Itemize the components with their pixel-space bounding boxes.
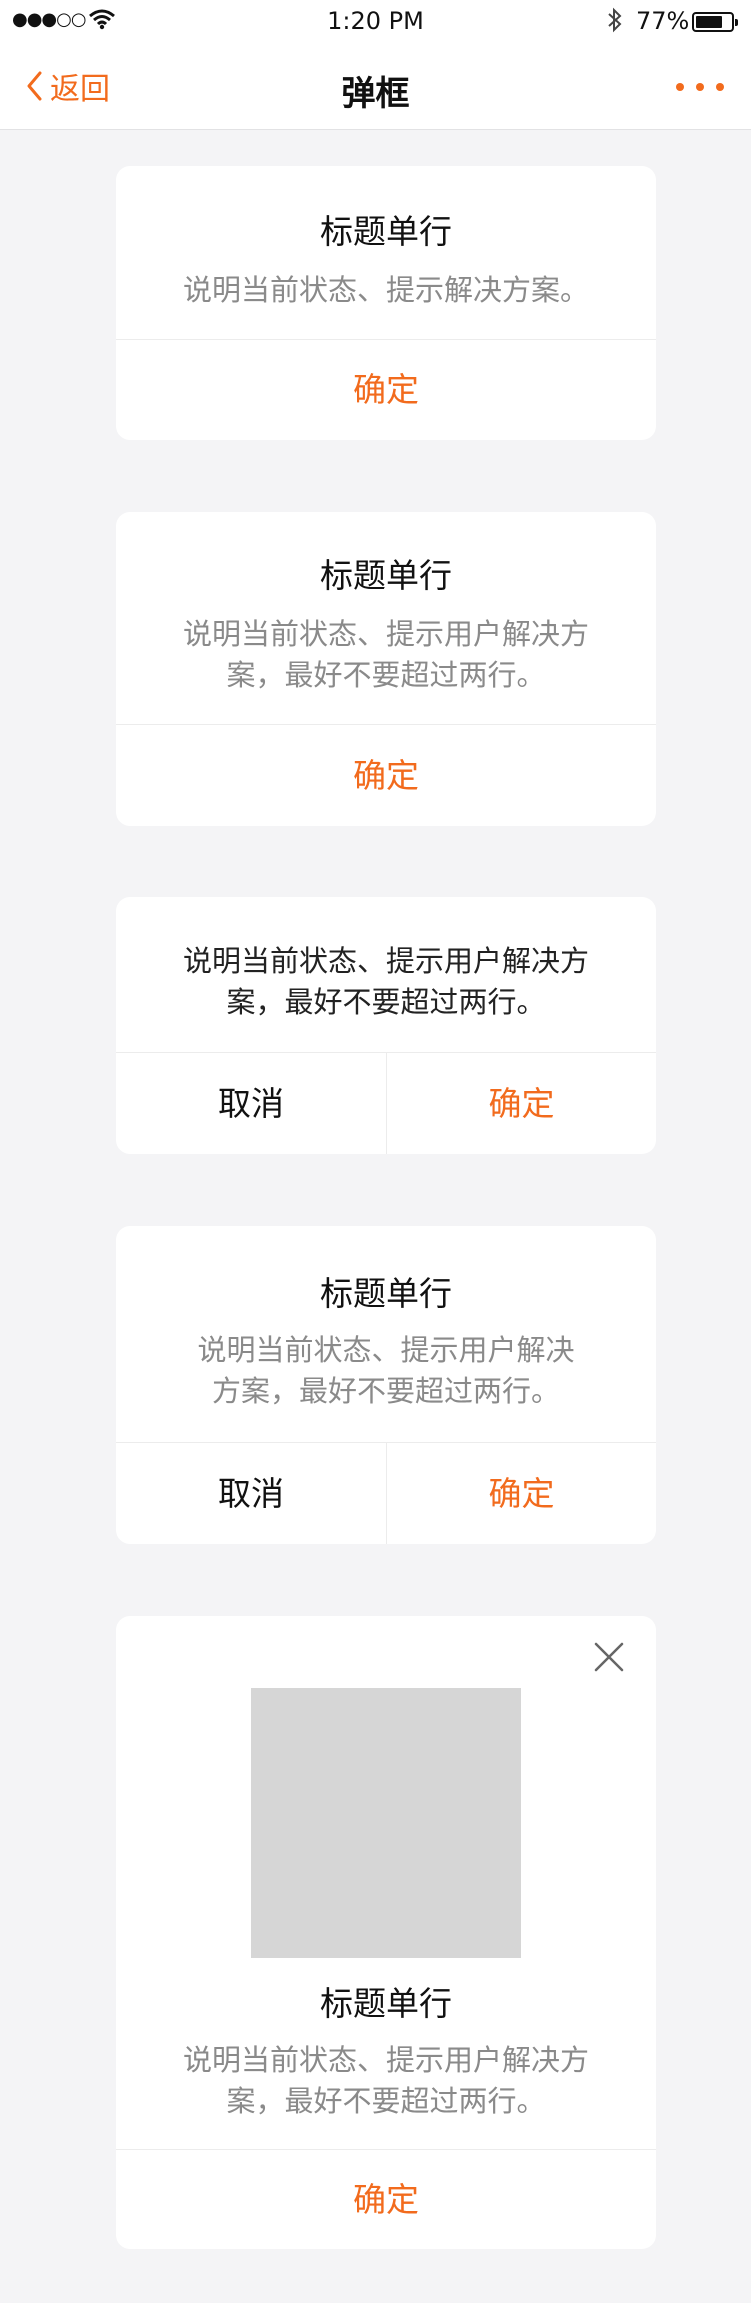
confirm-button[interactable]: 确定 (116, 2150, 656, 2249)
dialog-description-line-2: 案，最好不要超过两行。 (226, 2084, 546, 2118)
image-placeholder (251, 1688, 521, 1958)
dialog-title: 标题单行 (320, 556, 452, 595)
dialog-title-single-line: 标题单行 说明当前状态、提示解决方案。 确定 (116, 166, 656, 440)
back-label: 返回 (50, 72, 110, 107)
confirm-button[interactable]: 确定 (116, 725, 656, 826)
back-button[interactable]: 返回 (26, 64, 110, 108)
navigation-bar: 返回 弹框 (0, 44, 751, 130)
status-bar: ●●●○○ 1:20 PM 77% (0, 0, 751, 44)
dialog-title: 标题单行 (320, 1274, 452, 1313)
dialog-title-desc-two-buttons: 标题单行 说明当前状态、提示用户解决 方案，最好不要超过两行。 取消 确定 (116, 1226, 656, 1544)
battery-percent: 77% (636, 7, 690, 35)
dialog-description-line-1: 说明当前状态、提示用户解决方 (182, 2043, 589, 2077)
dialog-title-two-line-desc: 标题单行 说明当前状态、提示用户解决方 案，最好不要超过两行。 确定 (116, 512, 656, 826)
confirm-button[interactable]: 确定 (116, 340, 656, 440)
dialog-title: 标题单行 (320, 212, 452, 251)
bluetooth-icon (606, 6, 624, 40)
more-options-icon[interactable] (676, 78, 724, 96)
confirm-button[interactable]: 确定 (387, 1053, 656, 1154)
confirm-button[interactable]: 确定 (387, 1443, 656, 1544)
dialog-description: 说明当前状态、提示解决方案。 (182, 273, 589, 307)
dialog-desc-two-buttons: 说明当前状态、提示用户解决方 案，最好不要超过两行。 取消 确定 (116, 897, 656, 1154)
battery-level-fill (696, 16, 722, 28)
dialog-description-line-1: 说明当前状态、提示用户解决 (197, 1333, 575, 1367)
chevron-left-icon (27, 71, 42, 101)
battery-icon (692, 12, 738, 32)
dialog-description-line-2: 方案，最好不要超过两行。 (211, 1374, 560, 1408)
cancel-button[interactable]: 取消 (116, 1443, 386, 1544)
dialog-description-line-1: 说明当前状态、提示用户解决方 (182, 944, 589, 978)
dialog-description-line-2: 案，最好不要超过两行。 (226, 985, 546, 1019)
dialog-description-line-2: 案，最好不要超过两行。 (226, 658, 546, 692)
cancel-button[interactable]: 取消 (116, 1053, 386, 1154)
dialog-description-line-1: 说明当前状态、提示用户解决方 (182, 617, 589, 651)
dialog-image-title-desc: 标题单行 说明当前状态、提示用户解决方 案，最好不要超过两行。 确定 (116, 1616, 656, 2249)
page-title: 弹框 (341, 74, 410, 114)
close-icon[interactable] (594, 1642, 624, 1672)
dialog-title: 标题单行 (320, 1984, 452, 2023)
